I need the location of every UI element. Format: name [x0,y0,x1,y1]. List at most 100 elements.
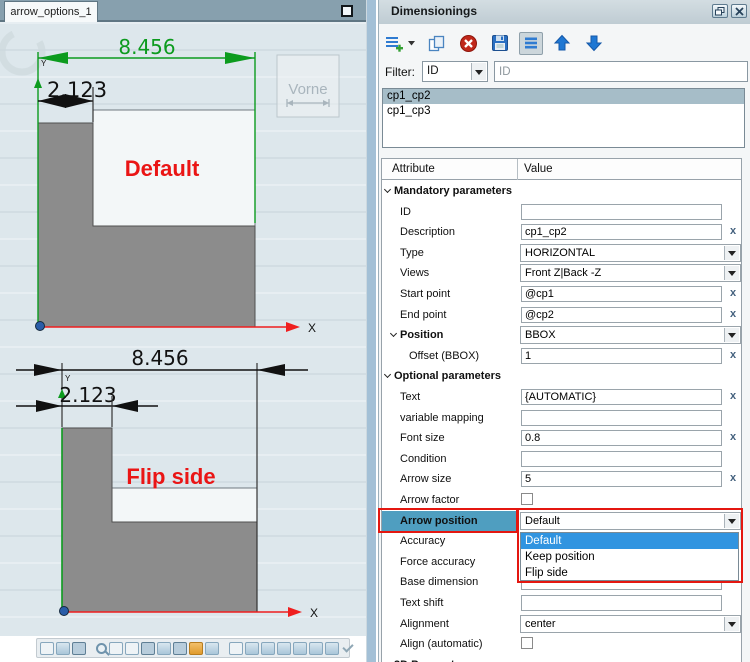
table-row: variable mapping [382,408,741,429]
text-shift-input[interactable] [521,595,722,611]
arrow-size-input[interactable] [521,471,722,488]
copy-icon[interactable] [423,34,449,53]
drawing-canvas[interactable]: Vorne 8.456 Y 2.123 Default X 8.456 Y 2.… [0,0,366,662]
cube-front-icon[interactable] [309,641,323,655]
cube-blue-icon[interactable] [205,641,219,655]
chevron-down-icon[interactable] [471,63,486,80]
filter-row: Filter: ID [385,61,748,82]
arrow-position-select[interactable]: Default [520,511,741,530]
x-axis-arrow [288,607,302,617]
view-cylinder-pressed-icon[interactable] [72,641,86,655]
box-orange-icon[interactable] [189,641,203,655]
dropdown-option-flip-side[interactable]: Flip side [521,565,738,581]
drawing-caption: Flip side [126,464,215,489]
close-icon[interactable] [731,4,747,18]
cube-left-icon[interactable] [245,641,259,655]
table-row: Optional parameters [382,366,741,387]
end-point-input[interactable] [521,306,722,323]
arrow-factor-checkbox[interactable] [521,493,533,505]
cube-top-icon[interactable] [277,641,291,655]
clear-icon[interactable]: x [727,287,739,299]
table-row: Views Front Z|Back -Z [382,263,741,284]
restore-window-icon[interactable] [712,4,728,18]
layers-sphere-icon[interactable] [157,641,171,655]
save-icon[interactable] [487,34,513,52]
bottom-drawing: 8.456 Y 2.123 Flip side X [16,346,318,620]
alignment-select[interactable]: center [520,614,741,633]
header-value: Value [524,163,553,175]
cube-bottom-icon[interactable] [293,641,307,655]
drawing-viewport-pane: Vorne 8.456 Y 2.123 Default X 8.456 Y 2.… [0,0,366,662]
table-row: Alignment center [382,614,741,635]
table-row: Start pointx [382,284,741,305]
screen-icon[interactable] [141,641,155,655]
table-row: Offset (BBOX)x [382,346,741,367]
dimension-arrow [34,364,62,376]
dimension-arrow [257,364,285,376]
table-row: Text shift [382,593,741,614]
zoom-fit-icon[interactable] [109,641,123,655]
move-down-icon[interactable] [581,34,607,52]
chevron-down-icon [389,330,398,338]
cube-iso-icon[interactable] [325,641,339,655]
type-select[interactable]: HORIZONTAL [520,243,741,262]
list-item-cp1-cp3[interactable]: cp1_cp3 [383,104,744,119]
clear-icon[interactable]: x [727,349,739,361]
chevron-down-icon[interactable] [405,39,417,47]
dimension-value: 2.123 [59,383,116,407]
clear-icon[interactable]: x [727,308,739,320]
id-input[interactable] [521,203,722,220]
delete-icon[interactable] [455,34,481,53]
zoom-in-magnifier-icon[interactable] [96,642,107,654]
move-up-icon[interactable] [549,34,575,52]
y-axis-label: Y [65,374,71,383]
chevron-down-icon [724,266,739,281]
maximize-view-icon[interactable] [341,5,353,17]
dropdown-option-default[interactable]: Default [521,533,738,549]
table-row: 3D Parameter [382,655,741,662]
menu-add-icon[interactable] [383,33,405,53]
cube-gray-icon[interactable] [229,641,243,655]
dimension-list: cp1_cp2 cp1_cp3 [382,88,745,148]
table-row: Textx [382,387,741,408]
position-select[interactable]: BBOX [520,326,741,345]
condition-input[interactable] [521,450,722,467]
dimension-arrow [36,400,62,412]
start-point-input[interactable] [521,286,722,302]
section-box-icon[interactable] [173,641,187,655]
variable-mapping-input[interactable] [521,409,722,426]
application-window: Vorne 8.456 Y 2.123 Default X 8.456 Y 2.… [0,0,750,662]
clear-icon[interactable]: x [727,472,739,484]
offset-bbox-input[interactable] [521,347,722,364]
viewport-bottom-toolbar [36,638,350,658]
lamp-icon[interactable] [125,641,139,655]
font-size-input[interactable] [521,430,722,447]
chevron-down-icon [724,616,739,631]
table-row: Arrow factor [382,490,741,511]
description-input[interactable] [521,224,722,241]
clear-icon[interactable]: x [727,431,739,443]
clear-icon[interactable]: x [727,390,739,402]
origin-marker [59,606,69,616]
text-input[interactable] [521,389,722,405]
filter-field-select[interactable]: ID [422,61,488,82]
ok-check-icon[interactable] [341,642,353,655]
origin-marker [35,321,45,331]
view-cylinder-blue-icon[interactable] [56,641,70,655]
pane-splitter[interactable] [366,0,376,662]
header-attribute: Attribute [392,163,435,175]
clear-icon[interactable]: x [727,225,739,237]
dimension-arrow [225,52,255,64]
table-row: End pointx [382,305,741,326]
list-view-icon[interactable] [519,31,543,55]
tab-arrow-options-1[interactable]: arrow_options_1 [4,1,98,22]
chevron-down-icon [724,328,739,343]
dropdown-option-keep-position[interactable]: Keep position [521,549,738,565]
list-item-cp1-cp2[interactable]: cp1_cp2 [383,89,744,104]
table-row: Type HORIZONTAL [382,243,741,264]
views-select[interactable]: Front Z|Back -Z [520,264,741,283]
cube-right-icon[interactable] [261,641,275,655]
view-cylinder-white-icon[interactable] [40,641,54,655]
filter-search-input[interactable] [494,61,748,82]
align-automatic-checkbox[interactable] [521,637,533,650]
